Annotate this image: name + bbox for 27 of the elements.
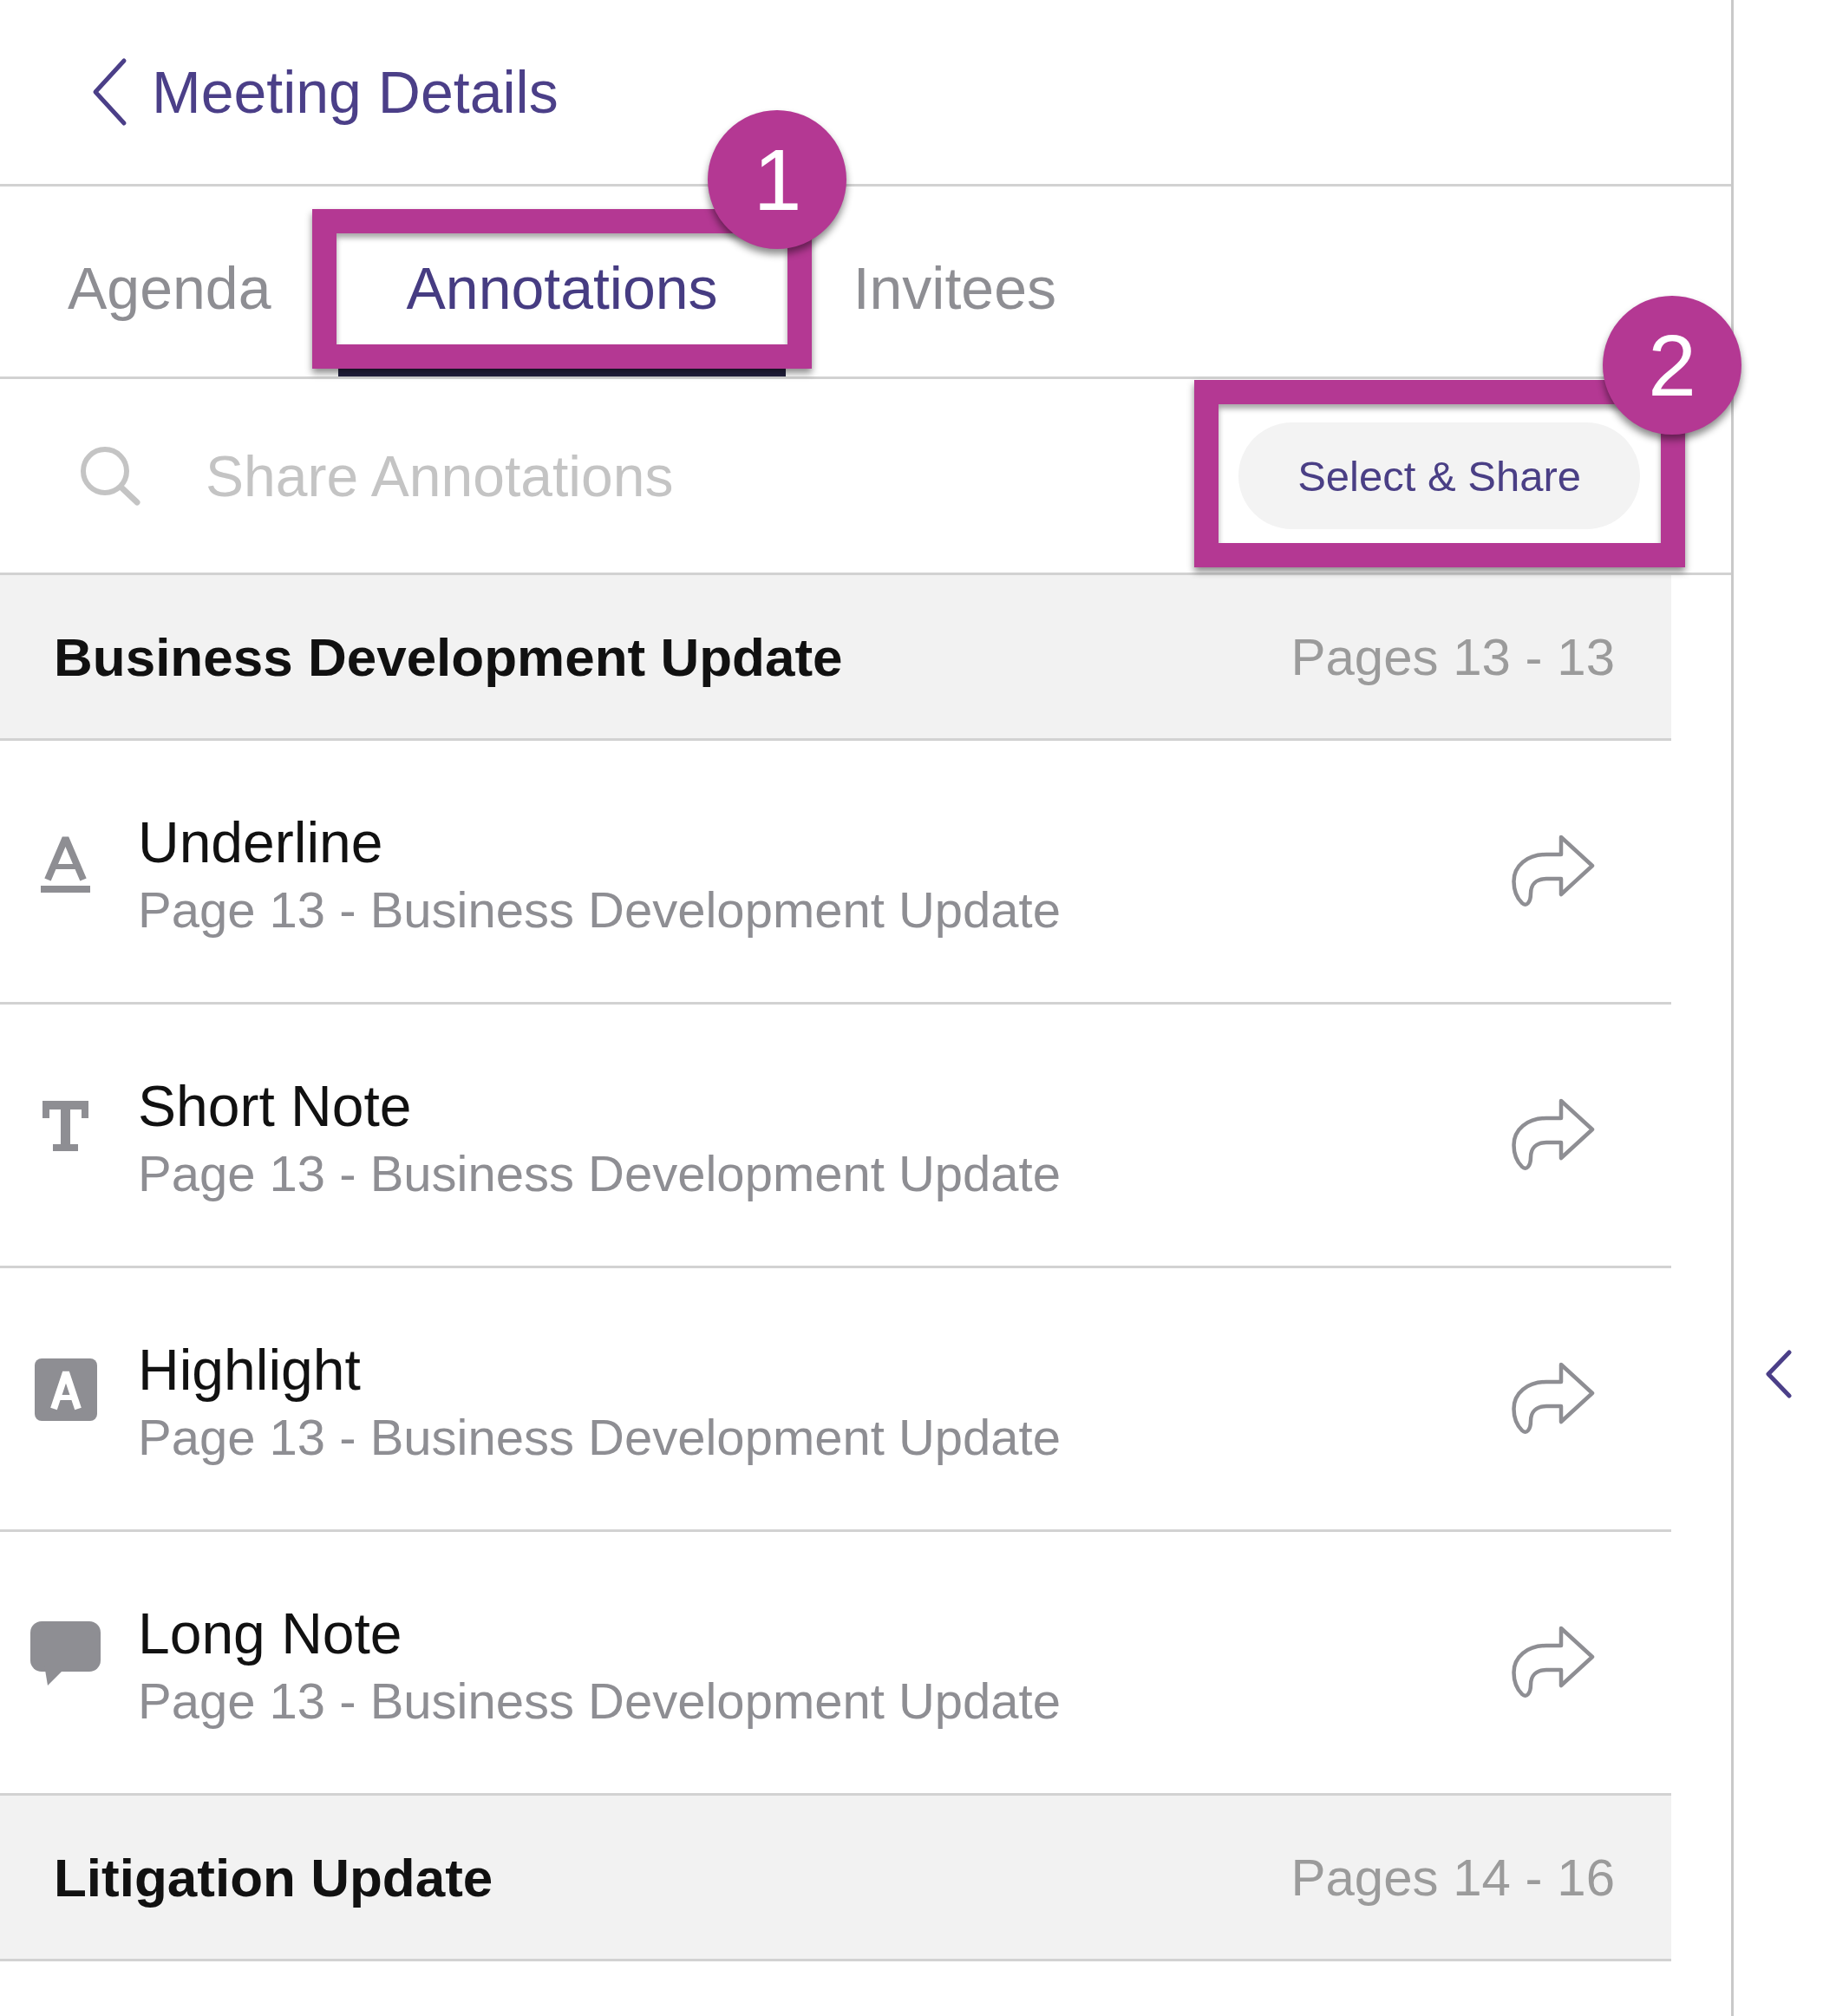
page-range: Pages 14 - 16 <box>1290 1847 1615 1908</box>
annotation-location: Page 13 - Business Development Update <box>138 1671 1062 1731</box>
annotation-location: Page 13 - Business Development Update <box>138 1143 1062 1203</box>
step-number-badge: 1 <box>708 110 847 249</box>
step-number-badge: 2 <box>1603 296 1742 435</box>
share-icon[interactable] <box>1512 834 1596 909</box>
annotation-title: Underline <box>138 808 384 876</box>
annotation-title: Short Note <box>138 1072 413 1140</box>
page-range: Pages 13 - 13 <box>1290 626 1615 687</box>
section-title: Business Development Update <box>54 625 843 688</box>
comment-icon <box>30 1620 101 1685</box>
annotation-location: Page 13 - Business Development Update <box>138 1407 1062 1467</box>
annotation-title: Long Note <box>138 1600 403 1667</box>
text-icon <box>42 1100 88 1151</box>
back-button[interactable]: Meeting Details <box>90 57 559 127</box>
annotation-location: Page 13 - Business Development Update <box>138 880 1062 939</box>
annotation-title: Highlight <box>138 1336 362 1404</box>
search-icon <box>80 445 141 507</box>
share-icon[interactable] <box>1512 1097 1596 1173</box>
share-icon[interactable] <box>1512 1625 1596 1700</box>
tab[interactable]: Annotations <box>338 252 786 324</box>
section-title: Litigation Update <box>54 1846 493 1908</box>
select-share-button[interactable]: Select & Share <box>1238 422 1640 529</box>
highlight-icon <box>34 1358 97 1421</box>
search-field[interactable]: Share Annotations <box>206 436 1187 515</box>
chevron-left-icon[interactable] <box>1765 1350 1792 1398</box>
share-icon[interactable] <box>1512 1361 1596 1437</box>
